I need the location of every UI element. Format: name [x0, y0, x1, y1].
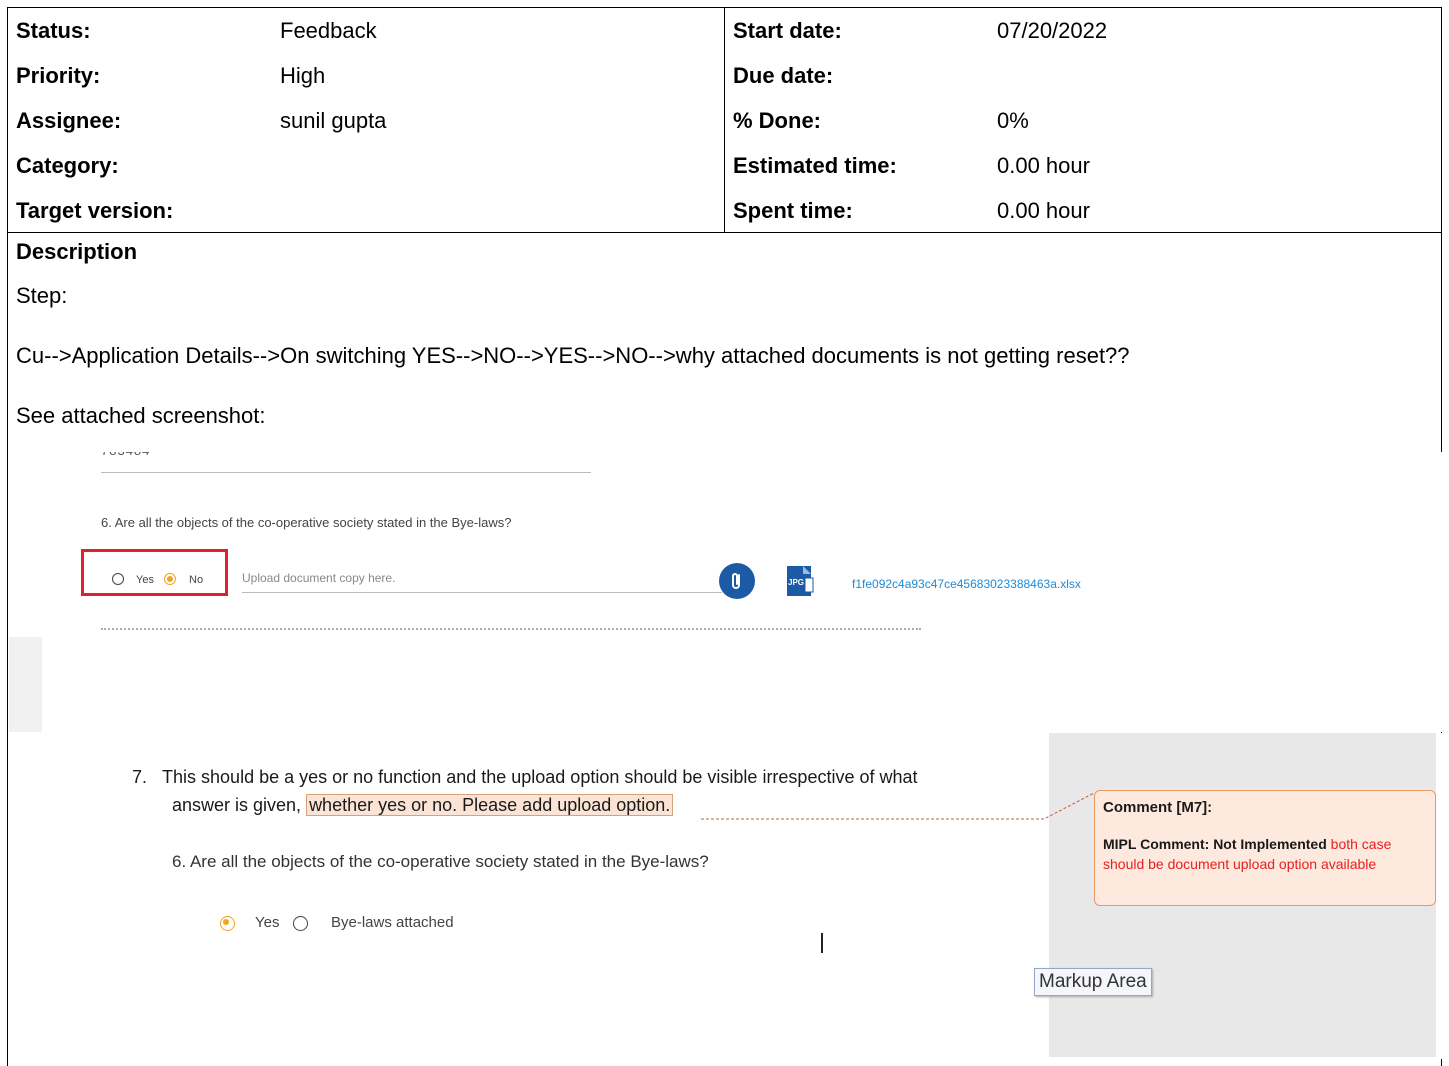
issue-attributes-table: Status: Feedback Priority: High Assignee…	[7, 7, 1442, 233]
attr-row-priority: Priority: High	[8, 53, 724, 98]
question-6-doc: 6. Are all the objects of the co-operati…	[172, 852, 709, 871]
highlight-box	[81, 549, 228, 596]
radio-yes-selected[interactable]	[220, 916, 235, 931]
comment-author: MIPL Comment: Not Implemented	[1103, 836, 1327, 852]
assignee-link[interactable]: sunil gupta	[280, 98, 386, 143]
description-see-attached: See attached screenshot:	[16, 403, 266, 428]
attached-file-link[interactable]: f1fe092c4a93c47ce45683023388463a.xlsx	[852, 577, 1081, 591]
attr-row-done: % Done: 0%	[725, 98, 1441, 143]
attr-label: Target version:	[16, 198, 174, 223]
description-detail: Cu-->Application Details-->On switching …	[16, 343, 1130, 368]
attr-row-status: Status: Feedback	[8, 8, 724, 53]
radio-yes-label: Yes	[255, 914, 280, 931]
upload-input[interactable]: Upload document copy here.	[242, 571, 395, 585]
attr-label: Estimated time:	[733, 153, 897, 178]
comment-title: Comment [M7]:	[1103, 799, 1213, 816]
attr-label: Status:	[16, 18, 91, 43]
comment-connector	[701, 792, 1095, 820]
attr-label: Category:	[16, 153, 119, 178]
radio-byelaws-label: Bye-laws attached	[331, 914, 454, 931]
attr-row-target-version: Target version:	[8, 188, 724, 233]
field-underline	[101, 472, 591, 473]
cut-off-number: 783484	[101, 452, 150, 458]
sidebar-strip	[9, 637, 42, 732]
attr-value: 0.00 hour	[997, 198, 1090, 223]
attr-value: Feedback	[280, 18, 377, 43]
attr-value: 07/20/2022	[997, 18, 1108, 43]
attr-row-spent-time: Spent time: 0.00 hour	[725, 188, 1441, 233]
description-step: Step:	[16, 283, 68, 308]
review-comment: Comment [M7]: MIPL Comment: Not Implemen…	[1094, 790, 1436, 906]
attr-value: High	[280, 63, 326, 88]
attr-row-due-date: Due date:	[725, 53, 1441, 98]
attr-label: % Done:	[733, 108, 821, 133]
attr-label: Start date:	[733, 18, 842, 43]
attr-label: Due date:	[733, 63, 834, 88]
description-title: Description	[16, 239, 138, 264]
attr-value: 0.00 hour	[997, 153, 1090, 178]
cut-off-text	[101, 628, 921, 634]
text-cursor	[821, 933, 823, 953]
radio-no-label: No	[189, 574, 204, 586]
paperclip-icon	[732, 573, 740, 589]
requirement-line-2: answer is given,	[172, 795, 307, 815]
jpg-file-icon: JPG	[787, 566, 814, 596]
attach-button[interactable]	[719, 563, 755, 599]
radio-yes-label: Yes	[136, 574, 154, 586]
attr-row-start-date: Start date: 07/20/2022	[725, 8, 1441, 53]
attr-label: Assignee:	[16, 108, 122, 133]
attr-row-estimated-time: Estimated time: 0.00 hour	[725, 143, 1441, 188]
question-6: 6. Are all the objects of the co-operati…	[101, 515, 512, 530]
highlighted-text: whether yes or no. Please add upload opt…	[306, 794, 674, 816]
radio-no-selected[interactable]	[164, 573, 176, 585]
radio-yes[interactable]	[112, 573, 124, 585]
attr-row-category: Category:	[8, 143, 724, 188]
jpg-label: JPG	[788, 578, 804, 587]
upload-underline	[242, 592, 722, 593]
requirement-line-1: This should be a yes or no function and …	[162, 767, 918, 787]
attr-value: 0%	[997, 108, 1029, 133]
comment-body: MIPL Comment: Not Implemented both case …	[1103, 834, 1427, 874]
attr-row-assignee: Assignee: sunil gupta	[8, 98, 724, 143]
attr-label: Priority:	[16, 63, 101, 88]
attached-screenshot-form[interactable]: 783484 6. Are all the objects of the co-…	[9, 452, 1442, 732]
attr-label: Spent time:	[733, 198, 853, 223]
radio-byelaws[interactable]	[293, 916, 308, 931]
markup-area-label: Markup Area	[1034, 968, 1152, 996]
attached-screenshot-document: 7. This should be a yes or no function a…	[9, 733, 1442, 1059]
item-number: 7.	[132, 767, 148, 787]
